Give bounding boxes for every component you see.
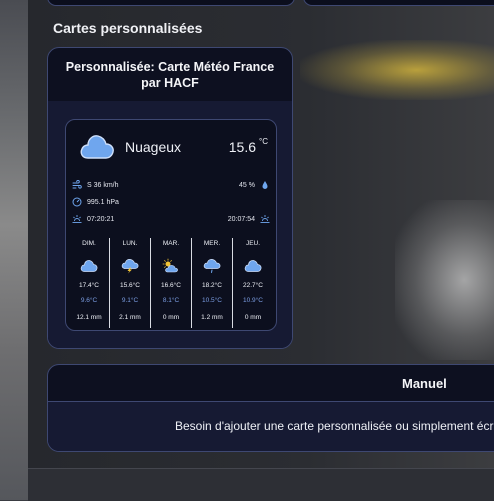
manual-card-title: Manuel bbox=[402, 376, 447, 391]
forecast-day-name: LUN. bbox=[122, 240, 138, 247]
manual-card-header: Manuel bbox=[48, 365, 494, 402]
sun-row: 07:20:21 20:07:54 bbox=[72, 213, 270, 225]
humidity-drop-icon bbox=[262, 181, 268, 189]
forecast-day-name: DIM. bbox=[82, 240, 96, 247]
forecast-day-name: JEU. bbox=[245, 240, 261, 247]
weather-card[interactable]: Personnalisée: Carte Météo France par HA… bbox=[47, 47, 293, 349]
previous-card-edge-right bbox=[303, 0, 494, 6]
wind-humidity-row: S 36 km/h 45 % bbox=[72, 179, 270, 191]
forecast-day: JEU. 22.7°C 10.9°C 0 mm bbox=[232, 238, 273, 328]
current-temperature: 15.6 °C bbox=[228, 137, 268, 155]
cloudy-icon bbox=[80, 258, 98, 274]
manual-card[interactable]: Manuel Besoin d'ajouter une carte person… bbox=[47, 364, 494, 452]
wind-value: S 36 km/h bbox=[87, 181, 119, 189]
weather-card-title: Personnalisée: Carte Météo France par HA… bbox=[48, 48, 292, 102]
forecast-low: 10.5°C bbox=[202, 297, 222, 304]
background-footer bbox=[28, 468, 494, 501]
sunrise-value: 07:20:21 bbox=[87, 215, 115, 223]
forecast-precipitation: 0 mm bbox=[244, 314, 262, 321]
forecast-low: 10.9°C bbox=[243, 297, 263, 304]
forecast-high: 15.6°C bbox=[120, 282, 140, 289]
weather-card-body: Nuageux 15.6 °C S 36 km/h 45 % 995.1 hPa … bbox=[48, 101, 292, 348]
pressure-row: 995.1 hPa bbox=[72, 196, 270, 208]
rain-icon bbox=[203, 258, 221, 274]
forecast-precipitation: 0 mm bbox=[162, 314, 180, 321]
forecast-day-name: MER. bbox=[203, 240, 221, 247]
sunrise-icon bbox=[72, 215, 82, 223]
background-highlight bbox=[300, 40, 494, 100]
sunset-value: 20:07:54 bbox=[227, 215, 255, 223]
cloudy-icon bbox=[79, 132, 115, 162]
cloudy-icon bbox=[244, 258, 262, 274]
weather-widget[interactable]: Nuageux 15.6 °C S 36 km/h 45 % 995.1 hPa … bbox=[65, 119, 277, 331]
forecast-day: MAR. 16.6°C 8.1°C 0 mm bbox=[150, 238, 191, 328]
forecast-high: 22.7°C bbox=[243, 282, 263, 289]
forecast-day: DIM. 17.4°C 9.6°C 12.1 mm bbox=[69, 238, 109, 328]
wind-icon bbox=[72, 180, 82, 189]
thunderstorm-icon bbox=[121, 258, 139, 274]
manual-card-body: Besoin d'ajouter une carte personnalisée… bbox=[48, 402, 494, 451]
sunset-icon bbox=[260, 215, 270, 223]
forecast-day: MER. 18.2°C 10.5°C 1.2 mm bbox=[191, 238, 232, 328]
previous-card-edge bbox=[47, 0, 295, 6]
background-left-blur bbox=[0, 0, 28, 500]
section-title: Cartes personnalisées bbox=[53, 20, 203, 36]
forecast-precipitation: 12.1 mm bbox=[76, 314, 102, 321]
background-highlight-light bbox=[395, 200, 494, 360]
temperature-value: 15.6 bbox=[228, 139, 257, 155]
forecast-high: 16.6°C bbox=[161, 282, 181, 289]
forecast-precipitation: 2.1 mm bbox=[119, 314, 141, 321]
forecast-low: 8.1°C bbox=[162, 297, 180, 304]
forecast-precipitation: 1.2 mm bbox=[201, 314, 223, 321]
forecast-high: 18.2°C bbox=[202, 282, 222, 289]
forecast-day: LUN. 15.6°C 9.1°C 2.1 mm bbox=[109, 238, 150, 328]
gauge-icon bbox=[72, 197, 82, 207]
partly-cloudy-icon bbox=[162, 258, 180, 274]
current-condition: Nuageux bbox=[125, 139, 182, 155]
forecast-low: 9.6°C bbox=[80, 297, 98, 304]
forecast-list: DIM. 17.4°C 9.6°C 12.1 mm LUN. 15.6°C 9.… bbox=[69, 238, 273, 328]
forecast-high: 17.4°C bbox=[79, 282, 99, 289]
pressure-value: 995.1 hPa bbox=[87, 198, 119, 206]
forecast-day-name: MAR. bbox=[162, 240, 180, 247]
humidity-value: 45 % bbox=[239, 181, 255, 189]
temperature-unit: °C bbox=[259, 137, 268, 146]
manual-card-text: Besoin d'ajouter une carte personnalisée… bbox=[175, 419, 494, 433]
forecast-low: 9.1°C bbox=[121, 297, 139, 304]
